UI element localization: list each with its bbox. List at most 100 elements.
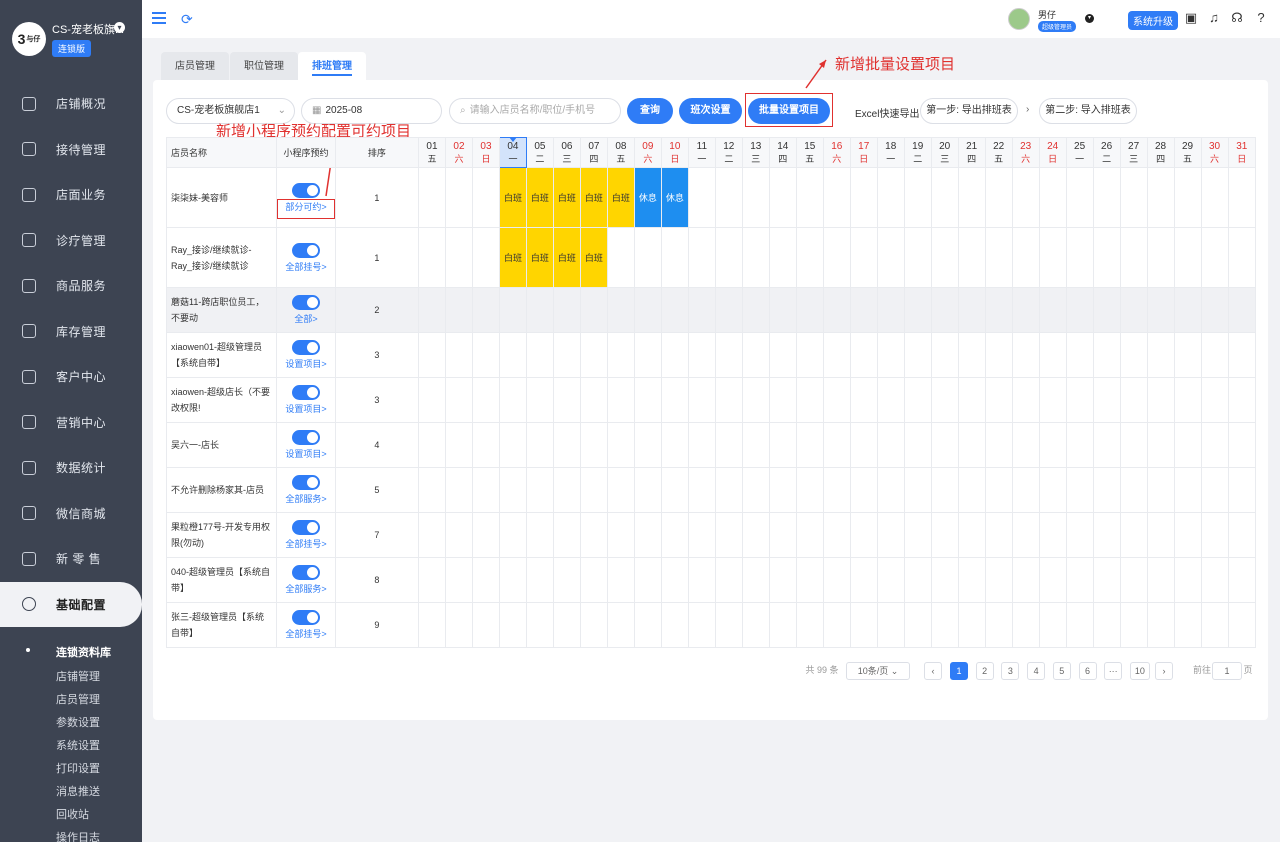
shift-cell-empty[interactable]: [984, 227, 1013, 288]
shift-cell-empty[interactable]: [498, 602, 527, 648]
menu-icon[interactable]: [152, 12, 166, 24]
shift-cell-empty[interactable]: [1173, 422, 1202, 468]
shift-cell-empty[interactable]: [418, 167, 446, 228]
shift-cell[interactable]: 白班: [525, 227, 554, 288]
shift-cell-empty[interactable]: [741, 227, 770, 288]
shift-cell-empty[interactable]: [957, 467, 986, 513]
shift-cell-empty[interactable]: [498, 377, 527, 423]
shift-cell-empty[interactable]: [1065, 467, 1094, 513]
shift-cell-empty[interactable]: [714, 512, 743, 558]
shift-cell-empty[interactable]: [1092, 512, 1121, 558]
shift-cell-empty[interactable]: [741, 512, 770, 558]
shift-cell-empty[interactable]: [633, 467, 662, 513]
shift-cell-empty[interactable]: [1200, 422, 1229, 468]
shift-cell-empty[interactable]: [552, 422, 581, 468]
shift-cell-empty[interactable]: [660, 467, 689, 513]
shift-cell-empty[interactable]: [1146, 422, 1175, 468]
shift-cell-empty[interactable]: [418, 332, 446, 378]
sidebar-subhead[interactable]: 连锁资料库: [0, 640, 142, 662]
shift-cell-empty[interactable]: [984, 167, 1013, 228]
shift-cell-empty[interactable]: [1011, 422, 1040, 468]
shift-cell-empty[interactable]: [768, 287, 797, 333]
bell-icon[interactable]: ♫: [1207, 11, 1221, 25]
shift-cell-empty[interactable]: [957, 422, 986, 468]
shift-cell-empty[interactable]: [660, 422, 689, 468]
shift-cell-empty[interactable]: [444, 512, 473, 558]
shift-cell-empty[interactable]: [849, 467, 878, 513]
shift-cell-empty[interactable]: [1065, 227, 1094, 288]
shift-cell-empty[interactable]: [1200, 227, 1229, 288]
shift-cell-empty[interactable]: [1200, 602, 1229, 648]
shift-cell-empty[interactable]: [849, 332, 878, 378]
shift-cell-empty[interactable]: [795, 602, 824, 648]
shift-cell-empty[interactable]: [1173, 287, 1202, 333]
shift-cell-empty[interactable]: [1227, 422, 1257, 468]
appt-config-link[interactable]: 全部服务>: [285, 582, 326, 595]
shift-cell-empty[interactable]: [525, 287, 554, 333]
shift-cell-empty[interactable]: [1227, 332, 1257, 378]
shift-cell-empty[interactable]: [660, 332, 689, 378]
shift-cell-empty[interactable]: [633, 287, 662, 333]
shift-cell-empty[interactable]: [471, 377, 500, 423]
shift-cell-empty[interactable]: [714, 467, 743, 513]
shift-cell-empty[interactable]: [525, 512, 554, 558]
shift-cell-empty[interactable]: [903, 512, 932, 558]
shift-cell-empty[interactable]: [1011, 287, 1040, 333]
page-button[interactable]: 4: [1027, 662, 1046, 680]
shift-cell-empty[interactable]: [633, 332, 662, 378]
shift-cell-empty[interactable]: [633, 227, 662, 288]
shift-cell-empty[interactable]: [1011, 557, 1040, 603]
shift-cell-empty[interactable]: [579, 287, 608, 333]
shift-cell-empty[interactable]: [1119, 227, 1148, 288]
shift-cell-empty[interactable]: [1011, 602, 1040, 648]
shift-cell-empty[interactable]: [822, 227, 851, 288]
shift-cell-empty[interactable]: [1200, 557, 1229, 603]
shift-cell-empty[interactable]: [768, 602, 797, 648]
shift-cell-empty[interactable]: [1065, 332, 1094, 378]
page-button[interactable]: ···: [1104, 662, 1123, 680]
shift-cell-empty[interactable]: [418, 467, 446, 513]
shift-cell-empty[interactable]: [930, 227, 959, 288]
shift-cell-empty[interactable]: [795, 512, 824, 558]
shift-cell-empty[interactable]: [660, 602, 689, 648]
shift-cell-empty[interactable]: [1011, 512, 1040, 558]
shift-cell-empty[interactable]: [984, 422, 1013, 468]
shift-cell-empty[interactable]: [1173, 467, 1202, 513]
shift-cell-empty[interactable]: [606, 467, 635, 513]
headset-icon[interactable]: ☊: [1230, 11, 1244, 25]
shift-cell-empty[interactable]: [903, 602, 932, 648]
sidebar-item-5[interactable]: 库存管理: [0, 309, 142, 354]
shift-cell-empty[interactable]: [741, 602, 770, 648]
shift-cell-empty[interactable]: [471, 227, 500, 288]
export-button[interactable]: 第一步: 导出排班表: [920, 98, 1018, 124]
shift-cell-empty[interactable]: [1038, 377, 1067, 423]
shift-cell-empty[interactable]: [768, 167, 797, 228]
shift-cell-empty[interactable]: [903, 167, 932, 228]
tab-schedule[interactable]: 排班管理: [298, 52, 366, 81]
search-input[interactable]: ⌕ 请输入店员名称/职位/手机号: [449, 98, 621, 124]
shift-cell-empty[interactable]: [1092, 332, 1121, 378]
shift-cell-empty[interactable]: [1038, 287, 1067, 333]
shift-cell-empty[interactable]: [418, 557, 446, 603]
shift-cell[interactable]: 白班: [606, 167, 635, 228]
shift-cell-empty[interactable]: [714, 422, 743, 468]
shift-cell-empty[interactable]: [633, 557, 662, 603]
shift-cell-empty[interactable]: [1119, 467, 1148, 513]
shift-cell-empty[interactable]: [714, 332, 743, 378]
shift-cell-empty[interactable]: [498, 557, 527, 603]
shift-cell-empty[interactable]: [1038, 557, 1067, 603]
shift-cell-empty[interactable]: [795, 332, 824, 378]
shift-cell-empty[interactable]: [876, 512, 905, 558]
shift-cell-empty[interactable]: [687, 602, 716, 648]
mini-appt-toggle[interactable]: [292, 610, 321, 625]
shift-cell-empty[interactable]: [687, 467, 716, 513]
shift-cell-empty[interactable]: [957, 287, 986, 333]
shift-cell-empty[interactable]: [741, 422, 770, 468]
shift-cell-empty[interactable]: [714, 227, 743, 288]
shift-cell-empty[interactable]: [687, 557, 716, 603]
shift-cell-empty[interactable]: [1038, 602, 1067, 648]
shift-cell-empty[interactable]: [822, 467, 851, 513]
shift-cell-empty[interactable]: [1200, 467, 1229, 513]
shift-cell-empty[interactable]: [1065, 557, 1094, 603]
shift-cell-empty[interactable]: [687, 512, 716, 558]
